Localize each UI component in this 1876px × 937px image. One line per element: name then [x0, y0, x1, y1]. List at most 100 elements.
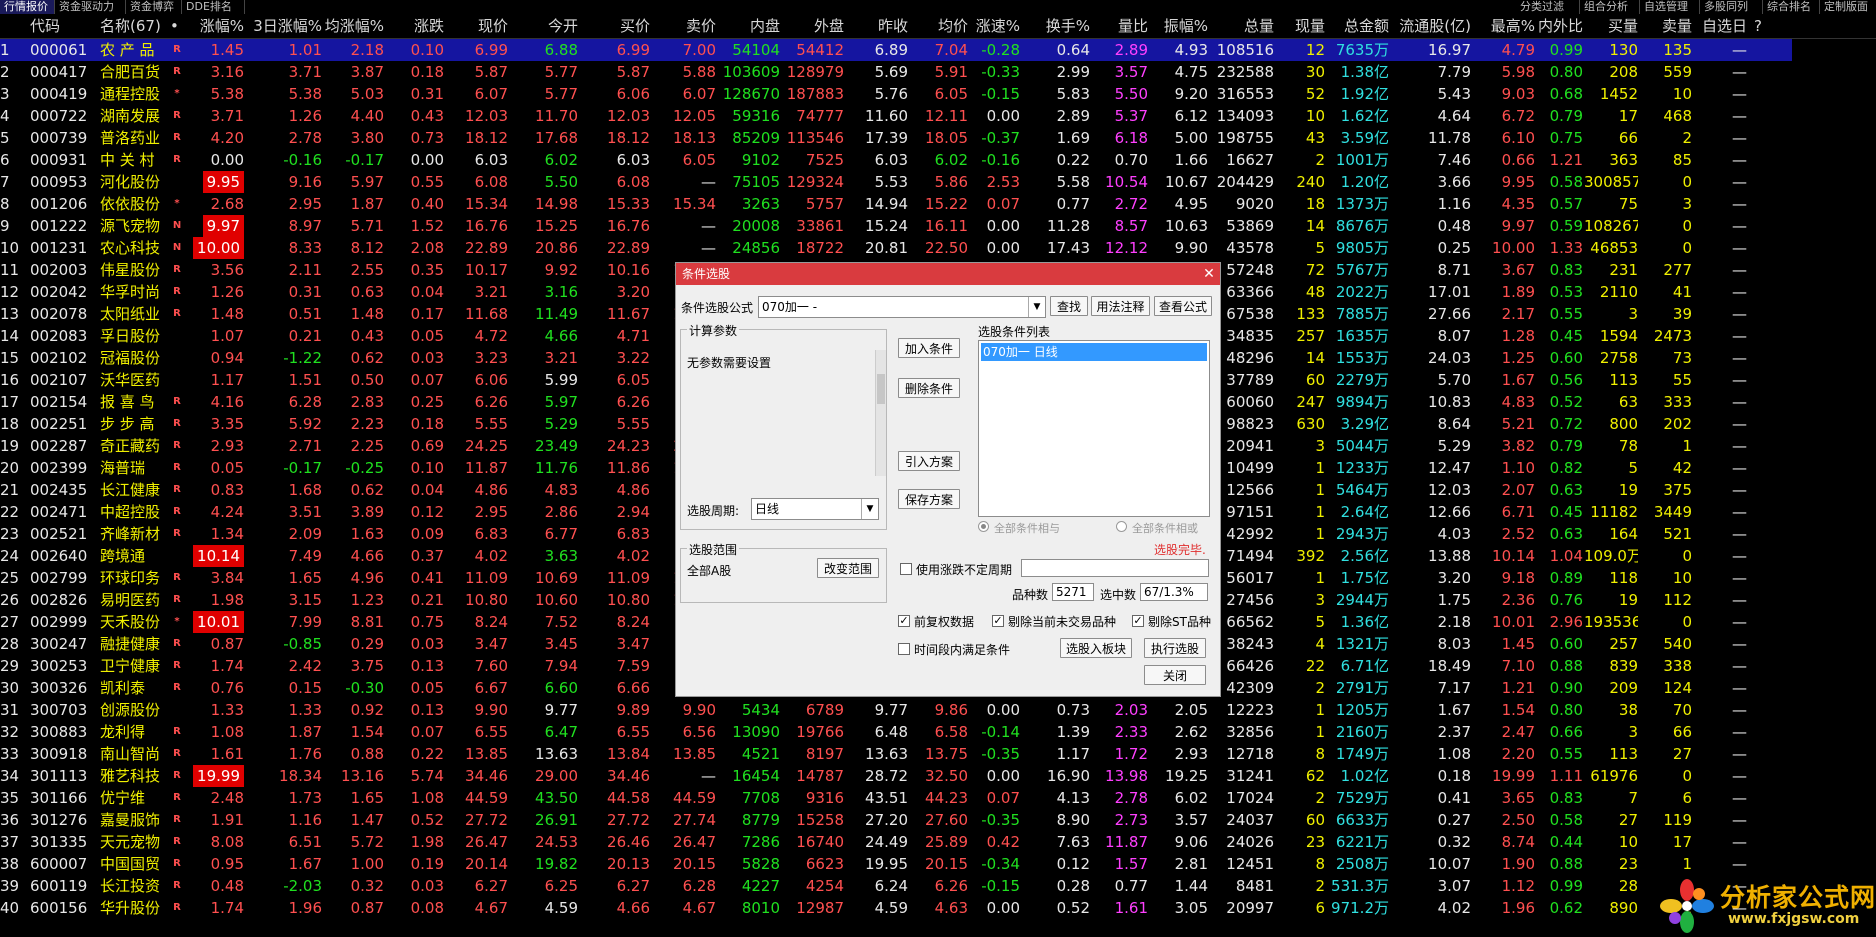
time-range-checkbox[interactable] [898, 643, 910, 655]
header-inout-ratio[interactable]: 内外比 [1537, 14, 1583, 38]
save-scheme-button[interactable]: 保存方案 [898, 489, 960, 509]
import-scheme-button[interactable]: 引入方案 [898, 451, 960, 471]
view-formula-button[interactable]: 查看公式 [1154, 296, 1212, 316]
and-radio[interactable] [978, 521, 989, 532]
header-high-pct[interactable]: 最高% [1477, 14, 1535, 38]
tab-multi-stock[interactable]: 多股同列 [1700, 0, 1763, 14]
table-row[interactable]: 8 001206 依依股份 * 2.68 2.95 1.87 0.40 15.34 14.98 15… [0, 193, 1876, 215]
close-button[interactable]: 关闭 [1144, 665, 1206, 685]
dialog-title-bar[interactable]: 条件选股 ✕ [676, 263, 1220, 285]
header-no[interactable] [0, 14, 24, 38]
table-row[interactable]: 9 001222 源飞宠物 N 9.97 8.97 5.71 1.52 16.76 15.25 16… [0, 215, 1876, 237]
header-ask-vol[interactable]: 卖量 [1640, 14, 1692, 38]
header-change-3d[interactable]: 3日涨幅% [246, 14, 322, 38]
header-inner-vol[interactable]: 内盘 [716, 14, 780, 38]
cell-high-pct: 0.66 [1501, 151, 1535, 169]
header-watch-date[interactable]: 自选日 [1695, 14, 1747, 38]
table-row[interactable]: 34 301113 雅艺科技 R 19.99 18.34 13.16 5.74 34.46 29.… [0, 765, 1876, 787]
header-prev-close[interactable]: 昨收 [848, 14, 908, 38]
find-button[interactable]: 查找 [1050, 296, 1088, 316]
cell-watch-date: — [1732, 239, 1747, 257]
table-row[interactable]: 39 600119 长江投资 R 0.48 -2.03 0.32 0.03 6.27 6.25 6.… [0, 875, 1876, 897]
header-mark[interactable]: • [170, 14, 184, 38]
cell-change: 0.10 [410, 459, 444, 477]
header-outer-vol[interactable]: 外盘 [780, 14, 844, 38]
table-row[interactable]: 6 000931 中 关 村 R 0.00 -0.16 -0.17 0.00 6.03 6.02 6… [0, 149, 1876, 171]
params-scrollbar[interactable] [875, 350, 886, 476]
header-bid[interactable]: 买价 [582, 14, 650, 38]
chevron-down-icon[interactable]: ▼ [1028, 297, 1045, 317]
usage-notes-button[interactable]: 用法注释 [1091, 296, 1150, 316]
header-price[interactable]: 现价 [448, 14, 508, 38]
header-code[interactable]: 代码 [30, 14, 92, 38]
uncertain-period-checkbox[interactable] [900, 563, 912, 575]
cell-code: 002399 [30, 459, 88, 477]
cell-total-vol: 9020 [1235, 195, 1274, 213]
table-row[interactable]: 40 600156 华升股份 R 1.74 1.96 0.87 0.08 4.67 4.59 4.6… [0, 897, 1876, 919]
prev-adjust-checkbox[interactable]: ✓ [898, 615, 910, 627]
table-row[interactable]: 3 000419 通程控股 * 5.38 5.38 5.03 0.31 6.07 5.77 6.06… [0, 83, 1876, 105]
header-change-pct[interactable]: 涨幅% [188, 14, 244, 38]
exclude-st-checkbox[interactable]: ✓ [1132, 615, 1144, 627]
tab-fund-drive[interactable]: 资金驱动力 [55, 0, 126, 14]
header-float-shares[interactable]: 流通股(亿) [1391, 14, 1471, 38]
tab-custom-layout[interactable]: 定制版面 [1820, 0, 1876, 14]
table-row[interactable]: 37 301335 天元宠物 R 8.08 6.51 5.72 1.98 26.47 24.53 2… [0, 831, 1876, 853]
table-row[interactable]: 5 000739 普洛药业 R 4.20 2.78 3.80 0.73 18.12 17.68 18… [0, 127, 1876, 149]
header-change[interactable]: 涨跌 [388, 14, 444, 38]
header-open[interactable]: 今开 [510, 14, 578, 38]
delete-condition-button[interactable]: 删除条件 [898, 378, 960, 398]
header-vol-ratio[interactable]: 量比 [1096, 14, 1148, 38]
tab-fund-game[interactable]: 资金博弈 [126, 0, 182, 14]
header-total-amount[interactable]: 总金额 [1327, 14, 1389, 38]
uncertain-period-input[interactable] [1021, 559, 1209, 577]
header-ask[interactable]: 卖价 [654, 14, 716, 38]
cell-no: 34 [0, 767, 20, 785]
table-row[interactable]: 1 000061 农 产 品 R 1.45 1.01 2.18 0.10 6.99 6.88 6.9… [0, 39, 1792, 61]
header-total-vol[interactable]: 总量 [1210, 14, 1274, 38]
cell-vol-ratio: 11.87 [1105, 833, 1148, 851]
header-bid-vol[interactable]: 买量 [1584, 14, 1638, 38]
table-row[interactable]: 10 001231 农心科技 N 10.00 8.33 8.12 2.08 22.89 20.86… [0, 237, 1876, 259]
exclude-untraded-checkbox[interactable]: ✓ [992, 615, 1004, 627]
header-name[interactable]: 名称(67) [100, 14, 176, 38]
header-avg-price[interactable]: 均价 [906, 14, 968, 38]
cell-inner-vol: 4521 [741, 745, 780, 763]
table-row[interactable]: 32 300883 龙利得 R 1.08 1.87 1.54 0.07 6.55 6.47 6.55… [0, 721, 1876, 743]
scrollbar-thumb[interactable] [877, 374, 885, 404]
header-turnover[interactable]: 换手% [1024, 14, 1090, 38]
tab-quotes[interactable]: 行情报价 [0, 0, 55, 14]
header-last-vol[interactable]: 现量 [1275, 14, 1325, 38]
header-help[interactable]: ? [1754, 14, 1778, 38]
table-row[interactable]: 36 301276 嘉曼服饰 R 1.91 1.16 1.47 0.52 27.72 26.91 2… [0, 809, 1876, 831]
header-amplitude[interactable]: 振幅% [1150, 14, 1208, 38]
chevron-down-icon[interactable]: ▼ [861, 499, 878, 519]
to-block-button[interactable]: 选股入板块 [1060, 638, 1132, 658]
condition-list-item[interactable]: 070加一 日线 [981, 343, 1207, 361]
or-radio[interactable] [1116, 521, 1127, 532]
table-row[interactable]: 38 600007 中国国贸 R 0.95 1.67 1.00 0.19 20.14 19.82 2… [0, 853, 1876, 875]
table-row[interactable]: 2 000417 合肥百货 R 3.16 3.71 3.87 0.18 5.87 5.77 5.87… [0, 61, 1876, 83]
close-icon[interactable]: ✕ [1200, 265, 1218, 283]
tab-rank[interactable]: 综合排名 [1763, 0, 1820, 14]
table-row[interactable]: 4 000722 湖南发展 R 3.71 1.26 4.40 0.43 12.03 11.70 12… [0, 105, 1876, 127]
cell-last-vol: 1 [1315, 481, 1325, 499]
tab-watchlist[interactable]: 自选管理 [1640, 0, 1700, 14]
table-row[interactable]: 7 000953 河化股份 9.95 9.16 5.97 0.55 6.08 5.50 6.08 —… [0, 171, 1876, 193]
table-row[interactable]: 35 301166 优宁维 R 2.48 1.73 1.65 1.08 44.59 43.50 44… [0, 787, 1876, 809]
cell-avg-change: 3.80 [350, 129, 384, 147]
header-avg-change[interactable]: 均涨幅% [322, 14, 384, 38]
formula-select[interactable]: 070加一 - ▼ [758, 296, 1046, 318]
tab-category-filter[interactable]: 分类过滤 [1516, 0, 1580, 14]
condition-list[interactable]: 070加一 日线 [978, 340, 1210, 517]
change-range-button[interactable]: 改变范围 [817, 558, 879, 578]
tab-dde-rank[interactable]: DDE排名 [182, 0, 245, 14]
cell-total-vol: 43578 [1226, 239, 1274, 257]
add-condition-button[interactable]: 加入条件 [898, 338, 960, 358]
header-speed[interactable]: 涨速% [968, 14, 1020, 38]
tab-portfolio[interactable]: 组合分析 [1580, 0, 1640, 14]
execute-button[interactable]: 执行选股 [1144, 638, 1206, 658]
table-row[interactable]: 31 300703 创源股份 1.33 1.33 0.92 0.13 9.90 9.77 9.89… [0, 699, 1876, 721]
period-select[interactable]: 日线 ▼ [751, 498, 879, 520]
table-row[interactable]: 33 300918 南山智尚 R 1.61 1.76 0.88 0.22 13.85 13.63 1… [0, 743, 1876, 765]
